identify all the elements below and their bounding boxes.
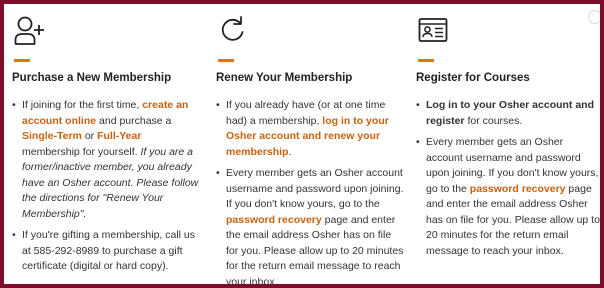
renew-membership-list: If you already have (or at one time had)…: [214, 98, 404, 284]
purchase-membership-heading: Purchase a New Membership: [12, 72, 172, 84]
id-card-icon: [418, 14, 448, 46]
purchase-membership-column: Purchase a New Membership If joining for…: [10, 4, 200, 284]
register-courses-column: Register for Courses Log in to your Oshe…: [414, 4, 600, 284]
membership-panel: Purchase a New Membership If joining for…: [4, 4, 600, 284]
password-recovery-link[interactable]: password recovery: [226, 214, 322, 226]
list-item: Log in to your Osher account and registe…: [416, 98, 600, 129]
single-term-link[interactable]: Single-Term: [22, 130, 82, 142]
list-item: If joining for the first time, create an…: [12, 98, 200, 222]
password-recovery-link[interactable]: password recovery: [470, 183, 566, 195]
heading-accent-bar: [418, 59, 434, 62]
heading-accent-bar: [14, 59, 30, 62]
register-courses-heading: Register for Courses: [416, 72, 530, 84]
renew-membership-column: Renew Your Membership If you already hav…: [214, 4, 404, 284]
list-item: If you're gifting a membership, call us …: [12, 228, 200, 275]
renew-membership-heading: Renew Your Membership: [216, 72, 353, 84]
list-item: Every member gets an Osher account usern…: [416, 135, 600, 259]
full-year-link[interactable]: Full-Year: [97, 130, 141, 142]
heading-accent-bar: [218, 59, 234, 62]
purchase-membership-list: If joining for the first time, create an…: [10, 98, 200, 281]
register-courses-list: Log in to your Osher account and registe…: [414, 98, 600, 265]
list-item: Every member gets an Osher account usern…: [216, 166, 404, 284]
add-user-icon: [14, 14, 44, 46]
list-item: If you already have (or at one time had)…: [216, 98, 404, 160]
refresh-icon: [218, 14, 248, 46]
corner-circle-icon: [588, 10, 600, 24]
